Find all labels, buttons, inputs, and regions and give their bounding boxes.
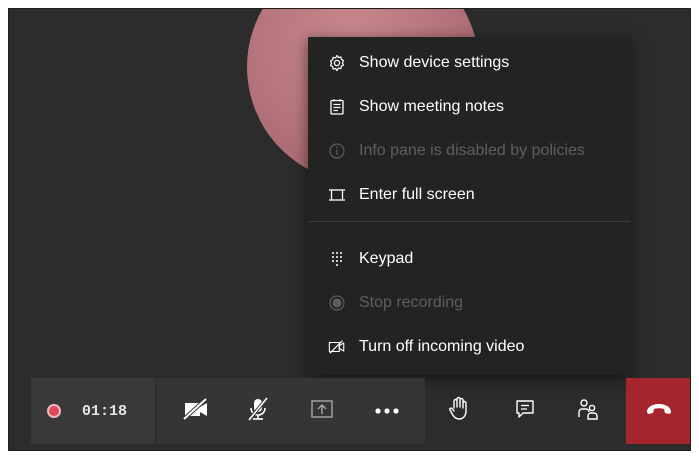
menu-item-keypad[interactable]: Keypad (308, 239, 631, 279)
share-tray-icon (310, 398, 334, 425)
mute-button[interactable] (232, 378, 284, 444)
recording-indicator: 01:18 (31, 378, 156, 444)
participants-button[interactable] (562, 378, 614, 444)
share-button[interactable] (296, 378, 348, 444)
menu-item-label: Turn off incoming video (359, 338, 525, 355)
chat-button[interactable] (499, 378, 551, 444)
menu-divider (308, 221, 631, 222)
raise-hand-button[interactable] (433, 378, 485, 444)
more-actions-button[interactable] (361, 378, 413, 444)
menu-item-stop-recording: Stop recording (308, 283, 631, 323)
notes-icon (328, 98, 346, 116)
hang-up-icon (645, 402, 673, 421)
gear-icon (328, 54, 346, 72)
menu-item-info-pane: Info pane is disabled by policies (308, 131, 631, 171)
keypad-icon (328, 250, 346, 268)
chat-icon (514, 398, 536, 425)
menu-item-label: Info pane is disabled by policies (359, 142, 585, 159)
hand-icon (448, 396, 470, 427)
menu-item-label: Stop recording (359, 294, 464, 311)
more-actions-menu: Show device settings Show meeting notes … (308, 37, 631, 375)
fullscreen-icon (328, 186, 346, 204)
menu-item-device-settings[interactable]: Show device settings (308, 43, 631, 83)
people-icon (576, 397, 600, 426)
menu-item-full-screen[interactable]: Enter full screen (308, 175, 631, 215)
camera-off-button[interactable] (170, 378, 222, 444)
video-off-icon (328, 338, 346, 356)
menu-item-label: Keypad (359, 250, 414, 267)
info-icon (328, 142, 346, 160)
recording-timer: 01:18 (82, 402, 128, 420)
video-off-icon (182, 397, 210, 426)
mic-off-icon (246, 396, 270, 427)
menu-item-turn-off-incoming-video[interactable]: Turn off incoming video (308, 327, 631, 367)
menu-item-label: Show device settings (359, 54, 510, 71)
recording-dot (47, 404, 61, 418)
menu-item-label: Enter full screen (359, 186, 475, 203)
meeting-stage: Show device settings Show meeting notes … (8, 8, 691, 451)
record-icon (328, 294, 346, 312)
more-icon (374, 402, 400, 420)
hang-up-button[interactable] (626, 378, 690, 444)
menu-item-meeting-notes[interactable]: Show meeting notes (308, 87, 631, 127)
menu-item-label: Show meeting notes (359, 98, 504, 115)
